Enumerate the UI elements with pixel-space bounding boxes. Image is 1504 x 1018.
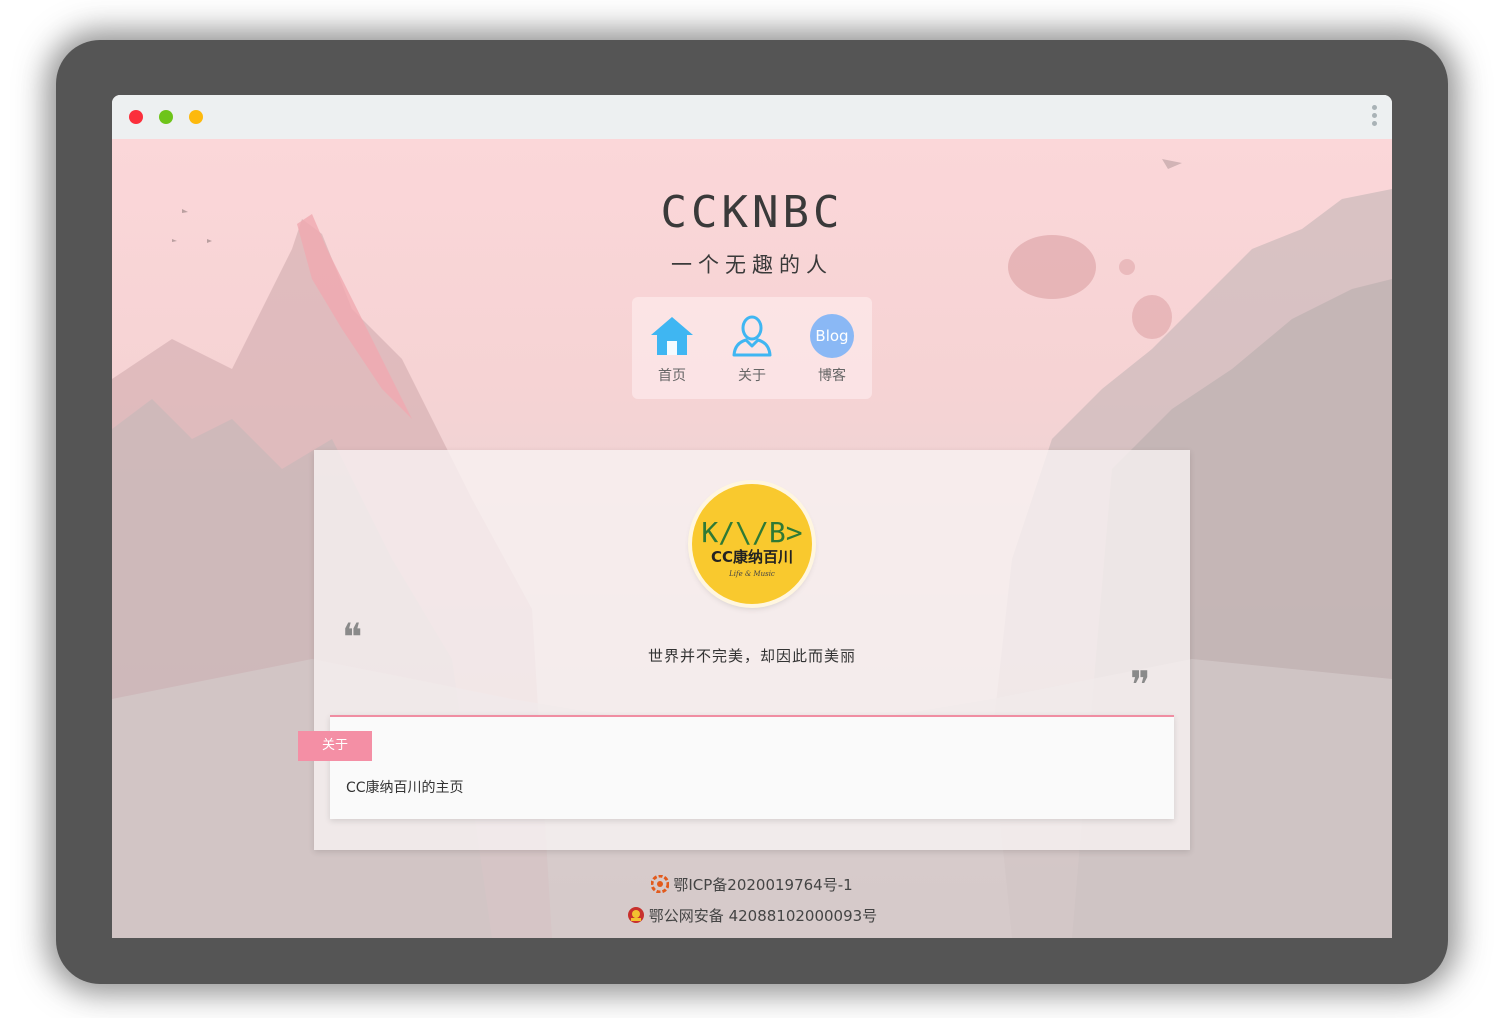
about-section: 关于 CC康纳百川的主页 <box>298 715 1174 819</box>
icp-text: 鄂ICP备2020019764号-1 <box>673 876 853 894</box>
home-icon <box>651 317 693 355</box>
nav-label-home: 首页 <box>658 368 686 384</box>
about-tag: 关于 <box>298 731 372 761</box>
police-record-link[interactable]: 鄂公网安备 42088102000093号 <box>112 905 1392 926</box>
blog-icon-text: Blog <box>815 327 848 345</box>
profile-card: K/\/B> CC康纳百川 Life & Music ❝ 世界并不完美，却因此而… <box>298 450 1190 850</box>
motto-text: 世界并不完美，却因此而美丽 <box>647 647 856 665</box>
close-button[interactable] <box>129 110 143 124</box>
icp-link[interactable]: 鄂ICP备2020019764号-1 <box>112 874 1392 895</box>
nav-menu: 首页 关于 Blog 博客 <box>632 297 872 399</box>
nav-item-about[interactable]: 关于 <box>720 313 784 385</box>
maximize-button[interactable] <box>189 110 203 124</box>
avatar-logo-sub: CC康纳百川 <box>711 548 793 566</box>
avatar-logo-text: K/\/B> <box>701 516 802 549</box>
site-title: CCKNBC <box>660 187 844 238</box>
user-icon <box>732 315 772 357</box>
avatar-logo: K/\/B> CC康纳百川 Life & Music <box>701 516 802 578</box>
title-bar <box>112 95 1392 139</box>
nav-label-blog: 博客 <box>818 368 846 384</box>
about-text: CC康纳百川的主页 <box>346 780 464 796</box>
police-badge-icon <box>627 907 644 923</box>
blog-icon: Blog <box>810 314 854 358</box>
browser-window: CCKNBC 一个无趣的人 首页 关于 Blog 博客 K/\/B> CC康纳百… <box>112 95 1392 938</box>
minimize-button[interactable] <box>159 110 173 124</box>
quote-close-icon: ❞ <box>1130 663 1151 707</box>
icp-icon <box>651 875 670 893</box>
nav-item-blog[interactable]: Blog 博客 <box>800 313 864 385</box>
more-vertical-icon[interactable] <box>1370 105 1378 131</box>
avatar-logo-tag: Life & Music <box>728 570 775 578</box>
page-viewport: CCKNBC 一个无趣的人 首页 关于 Blog 博客 K/\/B> CC康纳百… <box>112 139 1392 938</box>
site-subtitle: 一个无趣的人 <box>671 253 833 277</box>
police-record-text: 鄂公网安备 42088102000093号 <box>648 907 878 925</box>
nav-item-home[interactable]: 首页 <box>640 313 704 385</box>
nav-label-about: 关于 <box>738 368 766 384</box>
avatar[interactable]: K/\/B> CC康纳百川 Life & Music <box>692 484 812 604</box>
